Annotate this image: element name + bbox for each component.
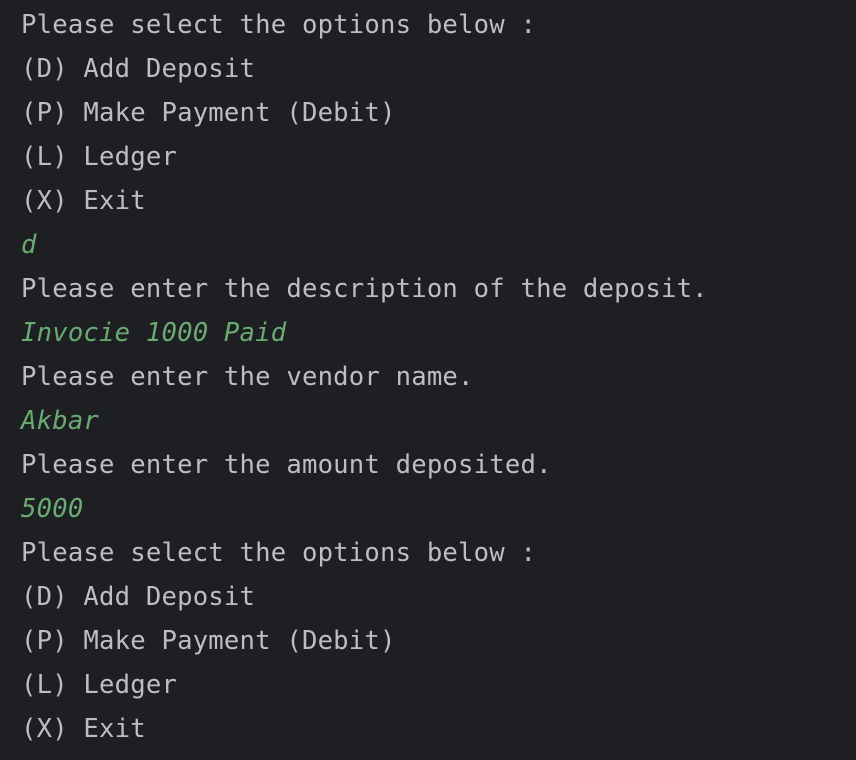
prompt-vendor-name: Please enter the vendor name. xyxy=(21,362,474,392)
user-input-amount: 5000 xyxy=(21,494,84,524)
menu-option-add-deposit: (D) Add Deposit xyxy=(21,582,256,612)
menu-option-ledger: (L) Ledger xyxy=(21,142,178,172)
menu-option-exit: (X) Exit xyxy=(21,714,146,744)
prompt-amount-deposited: Please enter the amount deposited. xyxy=(21,450,552,480)
menu-option-add-deposit: (D) Add Deposit xyxy=(21,54,256,84)
menu-option-exit: (X) Exit xyxy=(21,186,146,216)
prompt-select-options: Please select the options below : xyxy=(21,10,537,40)
menu-option-make-payment: (P) Make Payment (Debit) xyxy=(21,98,396,128)
user-input-option: d xyxy=(21,230,37,260)
user-input-description: Invocie 1000 Paid xyxy=(21,318,287,348)
user-input-vendor: Akbar xyxy=(21,406,100,436)
menu-option-ledger: (L) Ledger xyxy=(21,670,178,700)
menu-option-make-payment: (P) Make Payment (Debit) xyxy=(21,626,396,656)
console-output[interactable]: Please select the options below : (D) Ad… xyxy=(0,0,856,760)
prompt-select-options: Please select the options below : xyxy=(21,538,537,568)
prompt-deposit-description: Please enter the description of the depo… xyxy=(21,274,708,304)
